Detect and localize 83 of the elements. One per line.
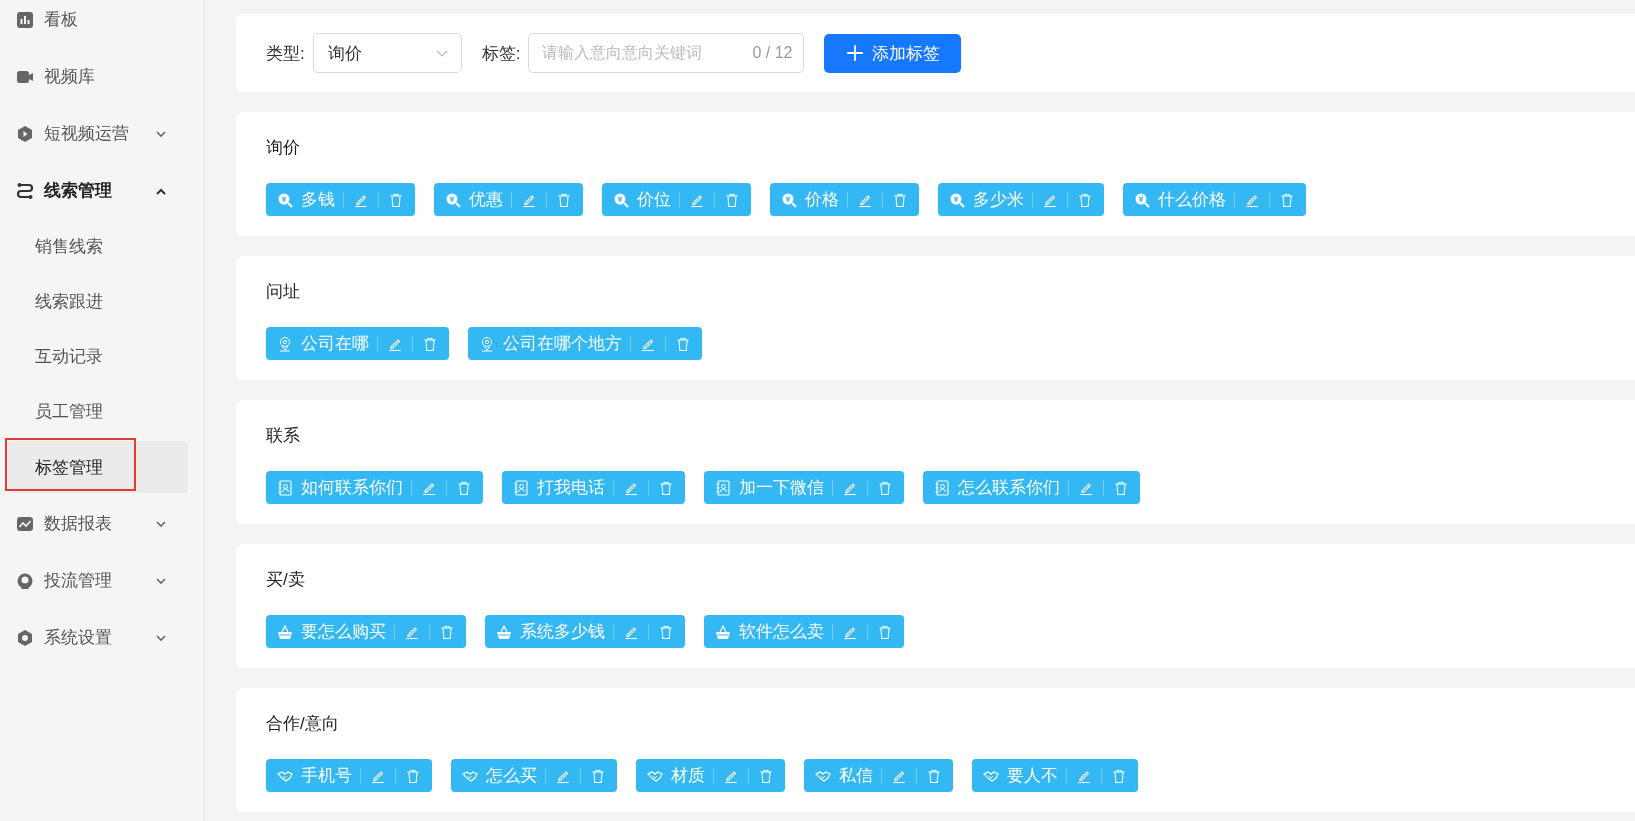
- location-pin-icon: [479, 335, 495, 352]
- delete-icon[interactable]: [1113, 479, 1129, 496]
- tag-chip[interactable]: 怎么联系你们: [923, 471, 1140, 504]
- menu-item[interactable]: 线索管理: [0, 162, 204, 219]
- delete-icon[interactable]: [456, 479, 472, 496]
- delete-icon[interactable]: [724, 191, 740, 208]
- type-label: 类型:: [266, 42, 305, 65]
- play-hexagon-icon: [16, 124, 34, 143]
- delete-icon[interactable]: [892, 191, 908, 208]
- tag-chip[interactable]: 私信: [804, 759, 953, 792]
- menu-item[interactable]: 系统设置: [0, 609, 204, 666]
- price-search-icon: [445, 191, 461, 208]
- basket-icon: [496, 623, 512, 640]
- price-search-icon: [949, 191, 965, 208]
- menu-item[interactable]: 投流管理: [0, 552, 204, 609]
- delete-icon[interactable]: [926, 767, 942, 784]
- type-select[interactable]: 询价: [312, 33, 462, 73]
- price-search-icon: [1134, 191, 1150, 208]
- delete-icon[interactable]: [877, 479, 893, 496]
- price-search-icon: [277, 191, 293, 208]
- tag-chip[interactable]: 要人不: [972, 759, 1138, 792]
- delete-icon[interactable]: [556, 191, 572, 208]
- delete-icon[interactable]: [1111, 767, 1127, 784]
- delete-icon[interactable]: [758, 767, 774, 784]
- tag-chip[interactable]: 怎么买: [451, 759, 617, 792]
- tag-chip[interactable]: 公司在哪: [266, 327, 449, 360]
- tag-chip[interactable]: 公司在哪个地方: [468, 327, 702, 360]
- add-tag-button[interactable]: 添加标签: [824, 33, 962, 73]
- submenu-item[interactable]: 员工管理: [8, 384, 188, 439]
- tag-chip[interactable]: 价位: [602, 183, 751, 216]
- submenu-item[interactable]: 销售线索: [8, 219, 188, 274]
- tag-chip[interactable]: 多少米: [938, 183, 1104, 216]
- tag-label: 标签:: [481, 42, 521, 65]
- tag-chip[interactable]: 材质: [636, 759, 785, 792]
- character-counter: 0 / 12: [752, 43, 793, 63]
- group-title: 买/卖: [266, 570, 306, 590]
- contact-book-icon: [934, 479, 950, 496]
- delete-icon[interactable]: [405, 767, 421, 784]
- bar-chart-icon: [16, 10, 34, 29]
- delete-icon[interactable]: [590, 767, 606, 784]
- tag-chip[interactable]: 价格: [770, 183, 919, 216]
- delete-icon[interactable]: [439, 623, 455, 640]
- group-title: 合作/意向: [266, 714, 340, 734]
- menu-item[interactable]: 数据报表: [0, 495, 204, 552]
- plus-icon: [845, 44, 864, 62]
- contact-book-icon: [715, 479, 731, 496]
- tag-chip[interactable]: 手机号: [266, 759, 432, 792]
- delete-icon[interactable]: [1077, 191, 1093, 208]
- tag-chip[interactable]: 系统多少钱: [485, 615, 685, 648]
- group-title: 问址: [266, 282, 301, 302]
- tag-chip[interactable]: 如何联系你们: [266, 471, 483, 504]
- submenu-item[interactable]: 互动记录: [8, 329, 188, 384]
- price-search-icon: [613, 191, 629, 208]
- tag-chip[interactable]: 加一下微信: [704, 471, 904, 504]
- delete-icon[interactable]: [422, 335, 438, 352]
- delete-icon[interactable]: [877, 623, 893, 640]
- menu-item[interactable]: 看板: [0, 0, 204, 48]
- delete-icon[interactable]: [388, 191, 404, 208]
- settings-icon: [16, 628, 34, 647]
- location-pin-icon: [277, 335, 293, 352]
- tag-chip[interactable]: 要怎么购买: [266, 615, 466, 648]
- menu-item[interactable]: 短视频运营: [0, 105, 204, 162]
- tag-chip[interactable]: 什么价格: [1123, 183, 1306, 216]
- delete-icon[interactable]: [1279, 191, 1295, 208]
- submenu-item[interactable]: 标签管理: [8, 441, 188, 493]
- contact-book-icon: [513, 479, 529, 496]
- submenu-item[interactable]: 线索跟进: [8, 274, 188, 329]
- basket-icon: [277, 623, 293, 640]
- basket-icon: [715, 623, 731, 640]
- tag-chip[interactable]: 软件怎么卖: [704, 615, 904, 648]
- tag-chip[interactable]: 优惠: [434, 183, 583, 216]
- route-icon: [16, 181, 34, 200]
- price-search-icon: [781, 191, 797, 208]
- group-title: 询价: [266, 138, 301, 158]
- line-chart-icon: [16, 514, 34, 533]
- group-title: 联系: [266, 426, 301, 446]
- delete-icon[interactable]: [658, 479, 674, 496]
- delete-icon[interactable]: [658, 623, 674, 640]
- delete-icon[interactable]: [675, 335, 691, 352]
- contact-book-icon: [277, 479, 293, 496]
- menu-item[interactable]: 视频库: [0, 48, 204, 105]
- tag-chip[interactable]: 打我电话: [502, 471, 685, 504]
- tag-chip[interactable]: 多钱: [266, 183, 415, 216]
